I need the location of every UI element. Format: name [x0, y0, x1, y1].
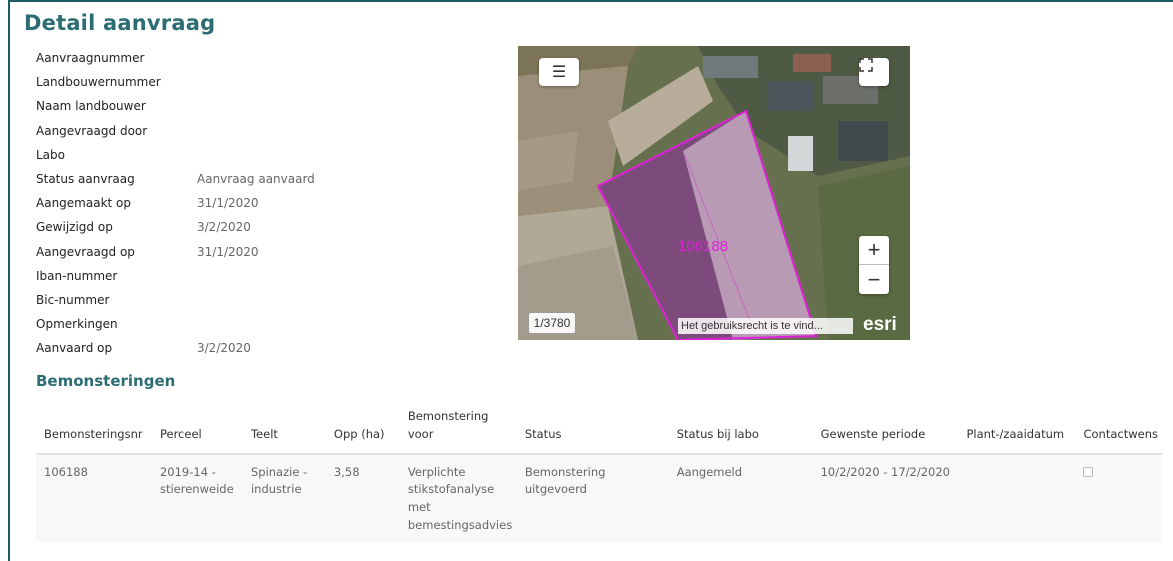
column-header: Perceel — [151, 408, 243, 455]
column-header: Status bij labo — [668, 408, 813, 455]
bemonsteringen-table: Bemonsteringsnr Perceel Teelt Opp (ha) B… — [36, 408, 1162, 542]
cell-perceel: 2019-14 - stierenweide — [151, 453, 243, 542]
zoom-control: + − — [859, 236, 889, 294]
table-header-row: Bemonsteringsnr Perceel Teelt Opp (ha) B… — [36, 408, 1162, 455]
detail-row-labo: Labo — [36, 143, 456, 167]
detail-label: Naam landbouwer — [36, 99, 146, 114]
column-header: Bemonsteringsnr — [36, 408, 152, 455]
cell-teelt: Spinazie - industrie — [242, 453, 326, 542]
cell-opp: 3,58 — [325, 453, 400, 542]
frame-top-border — [8, 0, 1173, 2]
column-header: Gewenste periode — [812, 408, 959, 455]
detail-row-status-aanvraag: Status aanvraag Aanvraag aanvaard — [36, 167, 456, 191]
cell-status-bij-labo: Aangemeld — [668, 453, 813, 542]
layers-button[interactable]: ☰ — [539, 58, 579, 86]
cell-status: Bemonstering uitgevoerd — [516, 453, 669, 542]
page-title: Detail aanvraag — [24, 11, 216, 35]
satellite-imagery — [518, 46, 910, 340]
frame-left-border — [8, 0, 10, 561]
detail-label: Gewijzigd op — [36, 220, 113, 235]
detail-label: Aanvraagnummer — [36, 51, 145, 66]
zoom-out-button[interactable]: − — [859, 265, 889, 294]
detail-label: Status aanvraag — [36, 172, 135, 187]
cell-bemonsteringsnr: 106188 — [36, 453, 152, 542]
detail-row-aangemaakt-op: Aangemaakt op 31/1/2020 — [36, 191, 456, 215]
detail-row-aanvraagnummer: Aanvraagnummer — [36, 46, 456, 70]
column-header: Status — [516, 408, 669, 455]
detail-list: Aanvraagnummer Landbouwernummer Naam lan… — [36, 46, 456, 360]
esri-logo: esri — [863, 314, 897, 335]
cell-bemonstering-voor: Verplichte stikstofanalyse met bemesting… — [399, 453, 517, 542]
detail-row-landbouwernummer: Landbouwernummer — [36, 70, 456, 94]
fullscreen-button[interactable] — [859, 58, 889, 86]
detail-row-aangevraagd-door: Aangevraagd door — [36, 119, 456, 143]
detail-row-aanvaard-op: Aanvaard op 3/2/2020 — [36, 336, 456, 360]
zoom-in-button[interactable]: + — [859, 236, 889, 265]
detail-label: Labo — [36, 147, 65, 162]
scale-indicator: 1/3780 — [528, 312, 576, 334]
detail-value: 31/1/2020 — [197, 196, 259, 211]
detail-label: Aanvaard op — [36, 341, 113, 356]
cell-contactwens — [1075, 453, 1162, 542]
detail-label: Aangemaakt op — [36, 196, 131, 211]
list-icon: ☰ — [551, 64, 567, 81]
detail-row-gewijzigd-op: Gewijzigd op 3/2/2020 — [36, 215, 456, 239]
detail-label: Aangevraagd door — [36, 123, 148, 138]
detail-value: 3/2/2020 — [197, 341, 251, 356]
detail-label: Iban-nummer — [36, 268, 118, 283]
parcel-map[interactable]: 106188 ☰ + − 1/3780 Het gebruiksrecht is… — [518, 46, 910, 340]
detail-value: 3/2/2020 — [197, 220, 251, 235]
detail-row-bic-nummer: Bic-nummer — [36, 288, 456, 312]
contactwens-checkbox[interactable] — [1083, 466, 1094, 477]
map-attribution[interactable]: Het gebruiksrecht is te vind... — [678, 318, 853, 334]
cell-plant-zaaidatum — [958, 453, 1076, 542]
parcel-label: 106188 — [678, 238, 729, 255]
table-row[interactable]: 106188 2019-14 - stierenweide Spinazie -… — [36, 453, 1162, 542]
detail-row-opmerkingen: Opmerkingen — [36, 312, 456, 336]
detail-label: Bic-nummer — [36, 292, 110, 307]
detail-label: Aangevraagd op — [36, 244, 135, 259]
column-header: Teelt — [242, 408, 326, 455]
detail-value: 31/1/2020 — [197, 244, 259, 259]
column-header: Plant-/zaaidatum — [958, 408, 1076, 455]
detail-value: Aanvraag aanvaard — [197, 172, 315, 187]
detail-row-aangevraagd-op: Aangevraagd op 31/1/2020 — [36, 240, 456, 264]
detail-label: Landbouwernummer — [36, 75, 161, 90]
detail-row-iban-nummer: Iban-nummer — [36, 264, 456, 288]
column-header: Opp (ha) — [325, 408, 400, 455]
column-header: Bemonstering voor — [399, 408, 517, 455]
detail-label: Opmerkingen — [36, 317, 118, 332]
cell-gewenste-periode: 10/2/2020 - 17/2/2020 — [812, 453, 959, 542]
detail-row-naam-landbouwer: Naam landbouwer — [36, 94, 456, 118]
expand-icon — [859, 58, 873, 72]
column-header: Contactwens — [1075, 408, 1162, 455]
section-title-bemonsteringen: Bemonsteringen — [36, 372, 176, 390]
